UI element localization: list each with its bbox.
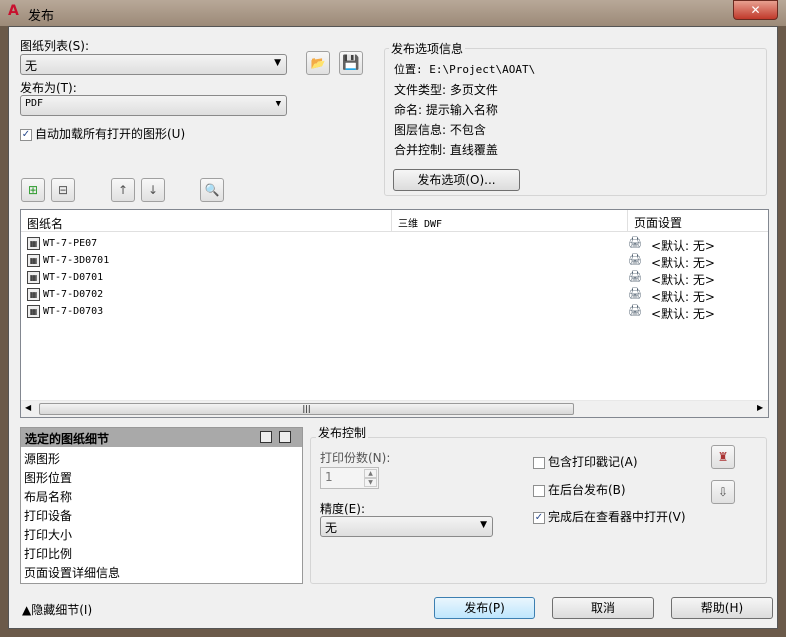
table-row[interactable]: ▦ WT-7-3D0701 🖨 <默认: 无> — [21, 252, 767, 270]
cancel-button[interactable]: 取消 — [552, 597, 654, 619]
sheet-details-title: 选定的图纸细节 — [25, 432, 110, 446]
horizontal-scrollbar[interactable]: ◀ ||| ▶ — [21, 400, 768, 417]
sheet-icon: ▦ — [27, 271, 40, 284]
publish-to-label: 发布为(T): — [20, 81, 77, 95]
add-sheets-button[interactable]: ⊞ — [21, 178, 45, 202]
checkbox-checked-icon: ✓ — [20, 128, 32, 141]
title-bar: A 发布 ✕ — [0, 0, 786, 26]
open-in-viewer-checkbox[interactable]: ✓ 完成后在查看器中打开(V) — [533, 508, 686, 525]
publish-control-title: 发布控制 — [316, 424, 369, 441]
table-row[interactable]: ▦ WT-7-D0701 🖨 <默认: 无> — [21, 269, 767, 287]
preview-button[interactable]: 🔍 — [200, 178, 224, 202]
checkbox-unchecked-icon — [533, 484, 545, 497]
page-setup-value[interactable]: <默认: 无> — [651, 305, 715, 322]
auto-load-checkbox[interactable]: ✓ 自动加载所有打开的图形(U) — [20, 125, 185, 142]
info-merge: 合并控制: 直线覆盖 — [394, 143, 498, 157]
spin-up-icon[interactable]: ▲ — [364, 469, 377, 478]
sheet-table: 图纸名 三维 DWF 页面设置 ▦ WT-7-PE07 🖨 <默认: 无> ▦ W… — [20, 209, 769, 418]
detail-item: 图形位置 — [24, 471, 73, 485]
chevron-down-icon: ▼ — [274, 58, 281, 68]
chevron-down-icon: ▼ — [275, 99, 281, 109]
publish-to-select[interactable]: PDF ▼ — [20, 95, 287, 116]
preview-details-icon[interactable] — [279, 431, 291, 443]
table-header: 图纸名 三维 DWF 页面设置 — [21, 210, 768, 232]
sheet-icon: ▦ — [27, 254, 40, 267]
page-setup-icon: 🖨 — [628, 287, 642, 300]
hide-details-toggle[interactable]: ▲隐藏细节(I) — [22, 601, 92, 618]
move-down-button[interactable]: ↓ — [141, 178, 165, 202]
publish-button[interactable]: 发布(P) — [434, 597, 535, 619]
move-up-button[interactable]: ↑ — [111, 178, 135, 202]
detail-item: 打印设备 — [24, 509, 73, 523]
sheet-name: WT-7-D0701 — [43, 272, 104, 283]
options-info-lines: 位置: E:\Project\AOAT\ 文件类型: 多页文件 命名: 提示输入… — [394, 60, 535, 160]
table-row[interactable]: ▦ WT-7-D0702 🖨 <默认: 无> — [21, 286, 767, 304]
detail-item: 布局名称 — [24, 490, 73, 504]
window-title: 发布 — [28, 9, 55, 24]
detail-item: 源图形 — [24, 452, 61, 466]
load-sheet-list-button[interactable]: 📂 — [306, 51, 330, 75]
autocad-logo-icon: A — [8, 3, 19, 19]
table-row[interactable]: ▦ WT-7-D0703 🖨 <默认: 无> — [21, 303, 767, 322]
scroll-right-icon[interactable]: ▶ — [757, 403, 763, 412]
save-sheet-list-button[interactable]: 💾 — [339, 51, 363, 75]
include-stamp-checkbox[interactable]: 包含打印戳记(A) — [533, 453, 638, 470]
precision-select[interactable]: 无 ▼ — [320, 516, 493, 537]
publish-background-checkbox[interactable]: 在后台发布(B) — [533, 481, 626, 498]
publish-options-button[interactable]: 发布选项(O)... — [393, 169, 520, 191]
sheet-name: WT-7-D0703 — [43, 306, 104, 317]
detail-item: 打印大小 — [24, 528, 73, 542]
spin-down-icon[interactable]: ▼ — [364, 478, 377, 487]
checkbox-checked-icon: ✓ — [533, 511, 545, 524]
chevron-down-icon: ▼ — [480, 520, 487, 530]
export-page-button[interactable]: ⇩ — [711, 480, 735, 504]
publish-options-info-title: 发布选项信息 — [389, 40, 466, 57]
help-button[interactable]: 帮助(H) — [671, 597, 773, 619]
copies-spinner[interactable]: 1 ▲ ▼ — [320, 467, 379, 489]
sheet-name: WT-7-3D0701 — [43, 255, 110, 266]
details-list: 源图形图形位置布局名称打印设备打印大小打印比例页面设置详细信息 — [21, 450, 120, 583]
close-button[interactable]: ✕ — [733, 0, 778, 20]
sheet-icon: ▦ — [27, 305, 40, 318]
checkbox-unchecked-icon — [533, 456, 545, 469]
info-layer: 图层信息: 不包含 — [394, 123, 486, 137]
sheet-name: WT-7-PE07 — [43, 238, 98, 249]
header-sheet-name[interactable]: 图纸名 — [27, 215, 392, 237]
info-file-type: 文件类型: 多页文件 — [394, 83, 498, 97]
page-setup-icon: 🖨 — [628, 270, 642, 283]
scroll-left-icon[interactable]: ◀ — [25, 403, 31, 412]
detail-item: 打印比例 — [24, 547, 73, 561]
sheet-icon: ▦ — [27, 288, 40, 301]
info-naming: 命名: 提示输入名称 — [394, 103, 498, 117]
remove-sheets-button[interactable]: ⊟ — [51, 178, 75, 202]
page-setup-icon: 🖨 — [628, 236, 642, 249]
stamp-settings-button[interactable]: ♜ — [711, 445, 735, 469]
page-setup-icon: 🖨 — [628, 304, 642, 317]
detail-item: 页面设置详细信息 — [24, 566, 121, 580]
sheet-details-panel: 选定的图纸细节 源图形图形位置布局名称打印设备打印大小打印比例页面设置详细信息 — [20, 427, 303, 584]
table-row[interactable]: ▦ WT-7-PE07 🖨 <默认: 无> — [21, 235, 767, 253]
sheet-list-select[interactable]: 无 ▼ — [20, 54, 287, 75]
info-location: 位置: E:\Project\AOAT\ — [394, 63, 536, 76]
copy-details-icon[interactable] — [260, 431, 272, 443]
sheet-list-label: 图纸列表(S): — [20, 39, 90, 53]
scrollbar-thumb[interactable]: ||| — [39, 403, 574, 415]
header-3d-dwf[interactable]: 三维 DWF — [391, 210, 627, 232]
copies-label: 打印份数(N): — [320, 451, 391, 465]
sheet-details-header: 选定的图纸细节 — [21, 428, 302, 447]
sheet-icon: ▦ — [27, 237, 40, 250]
page-setup-icon: 🖨 — [628, 253, 642, 266]
header-page-setup[interactable]: 页面设置 — [627, 210, 768, 232]
precision-label: 精度(E): — [320, 502, 365, 516]
sheet-name: WT-7-D0702 — [43, 289, 104, 300]
